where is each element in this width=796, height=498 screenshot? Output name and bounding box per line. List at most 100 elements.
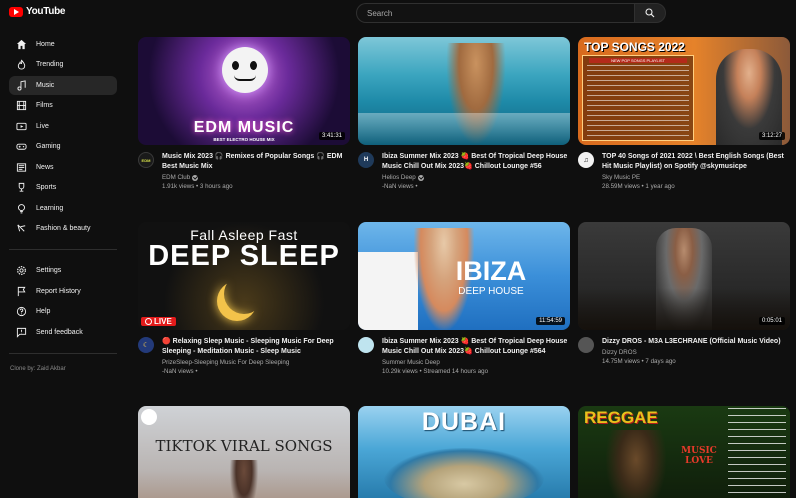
channel-name[interactable]: Sky Music PE (602, 174, 640, 181)
channel-name[interactable]: PrizeSleep-Sleeping Music For Deep Sleep… (162, 359, 289, 366)
channel-avatar[interactable]: H (358, 152, 374, 168)
channel-name-row: Sky Music PE (602, 174, 790, 181)
video-title[interactable]: 🔴 Relaxing Sleep Music - Sleeping Music … (162, 337, 350, 357)
video-thumbnail[interactable]: IBIZA DEEP HOUSE 11:54:59 (358, 222, 570, 330)
help-icon (15, 306, 27, 318)
video-card[interactable]: H Ibiza Summer Mix 2023 🍓 Best Of Tropic… (358, 37, 570, 190)
video-card[interactable]: TOP SONGS 2022 NEW POP SONGS PLAYLIST 3:… (578, 37, 790, 190)
channel-name[interactable]: Summer Music Deep (382, 359, 440, 366)
sidebar-item-music[interactable]: Music (9, 76, 117, 95)
tracklist-image (728, 408, 786, 498)
youtube-logo[interactable]: YouTube (9, 6, 66, 17)
video-card[interactable]: REGGAE MUSIC LOVE (578, 406, 790, 498)
building-image (358, 252, 418, 330)
sidebar-item-label: Music (36, 82, 55, 89)
film-icon (15, 100, 27, 112)
channel-logo-image (141, 409, 157, 425)
singer-silhouette-image (230, 460, 258, 498)
gamepad-icon (15, 141, 27, 153)
channel-name[interactable]: EDM Club (162, 174, 190, 181)
thumbnail-subtitle: MUSIC LOVE (681, 446, 717, 466)
search-bar (356, 3, 666, 23)
video-title[interactable]: Ibiza Summer Mix 2023 🍓 Best Of Tropical… (382, 152, 570, 172)
video-title[interactable]: TOP 40 Songs of 2021 2022 \ Best English… (602, 152, 790, 172)
video-title[interactable]: Music Mix 2023 🎧 Remixes of Popular Song… (162, 152, 350, 172)
thumbnail-title: DUBAI (421, 408, 507, 436)
sidebar-item-live[interactable]: Live (9, 117, 117, 136)
video-thumbnail[interactable] (358, 37, 570, 145)
channel-name[interactable]: Dizzy DROS (602, 349, 637, 356)
sidebar-item-label: Fashion & beauty (36, 225, 91, 232)
video-title[interactable]: Dizzy DROS - M3A L3ECHRANE (Official Mus… (602, 337, 790, 347)
sidebar-item-sports[interactable]: Sports (9, 178, 117, 197)
sidebar-item-gaming[interactable]: Gaming (9, 137, 117, 156)
flag-icon (15, 286, 27, 298)
thumbnail-title: TIKTOK VIRAL SONGS (155, 437, 333, 455)
sidebar-item-label: News (36, 164, 54, 171)
video-card[interactable]: 0:05:01 Dizzy DROS - M3A L3ECHRANE (Offi… (578, 222, 790, 365)
gear-icon (15, 265, 27, 277)
video-thumbnail[interactable]: 0:05:01 (578, 222, 790, 330)
video-meta: ♫ TOP 40 Songs of 2021 2022 \ Best Engli… (578, 152, 790, 190)
sidebar-item-label: Live (36, 123, 49, 130)
video-card[interactable]: DUBAI (358, 406, 570, 498)
channel-avatar[interactable] (358, 337, 374, 353)
video-meta: EDM Music Mix 2023 🎧 Remixes of Popular … (138, 152, 350, 190)
sidebar-item-label: Settings (36, 267, 62, 274)
video-duration: 3:12:27 (758, 132, 785, 140)
sidebar-item-report-history[interactable]: Report History (9, 282, 117, 301)
sidebar-item-trending[interactable]: Trending (9, 55, 117, 74)
clone-credit: Clone by: Zaid Akbar (10, 366, 66, 372)
sidebar-item-films[interactable]: Films (9, 96, 117, 115)
channel-name-row: Dizzy DROS (602, 349, 790, 356)
channel-avatar[interactable]: EDM (138, 152, 154, 168)
video-thumbnail[interactable]: TOP SONGS 2022 NEW POP SONGS PLAYLIST 3:… (578, 37, 790, 145)
channel-name[interactable]: Helios Deep (382, 174, 416, 181)
verified-icon (192, 174, 199, 181)
music-note-icon (15, 80, 27, 92)
video-thumbnail[interactable]: Fall Asleep Fast DEEP SLEEP LIVE (138, 222, 350, 330)
wave-image (358, 113, 570, 145)
search-input[interactable] (356, 3, 634, 23)
video-card[interactable]: TIKTOK VIRAL SONGS (138, 406, 350, 498)
sidebar-item-label: Sports (36, 184, 57, 191)
video-thumbnail[interactable]: TIKTOK VIRAL SONGS (138, 406, 350, 498)
channel-name-row: PrizeSleep-Sleeping Music For Deep Sleep… (162, 359, 350, 366)
sidebar-item-label: Help (36, 308, 51, 315)
channel-name-row: Summer Music Deep (382, 359, 570, 366)
home-icon (15, 39, 27, 51)
sidebar-item-learning[interactable]: Learning (9, 199, 117, 218)
sidebar-item-news[interactable]: News (9, 158, 117, 177)
channel-avatar[interactable] (578, 337, 594, 353)
video-card[interactable]: Fall Asleep Fast DEEP SLEEP LIVE ☾ 🔴 Rel… (138, 222, 350, 375)
video-stats: 14.75M views • 7 days ago (602, 358, 676, 365)
video-thumbnail[interactable]: EDM MUSIC BEST ELECTRO HOUSE MIX 3:41:31 (138, 37, 350, 145)
sidebar-item-label: Send feedback (36, 329, 83, 336)
sidebar-item-fashion[interactable]: Fashion & beauty (9, 219, 117, 238)
channel-avatar[interactable]: ♫ (578, 152, 594, 168)
thumbnail-subtitle: DEEP HOUSE (458, 286, 524, 297)
logo-text: YouTube (26, 6, 66, 17)
feedback-icon (15, 327, 27, 339)
search-button[interactable] (634, 3, 666, 23)
thumbnail-title: REGGAE (584, 408, 658, 427)
sidebar-item-help[interactable]: Help (9, 302, 117, 321)
video-thumbnail[interactable]: REGGAE MUSIC LOVE (578, 406, 790, 498)
video-meta: H Ibiza Summer Mix 2023 🍓 Best Of Tropic… (358, 152, 570, 190)
youtube-play-icon (9, 6, 23, 17)
channel-avatar[interactable]: ☾ (138, 337, 154, 353)
video-stats: -NaN views • (162, 368, 198, 375)
sidebar-item-home[interactable]: Home (9, 35, 117, 54)
video-thumbnail[interactable]: DUBAI (358, 406, 570, 498)
video-card[interactable]: IBIZA DEEP HOUSE 11:54:59 Ibiza Summer M… (358, 222, 570, 375)
live-icon (15, 121, 27, 133)
video-title[interactable]: Ibiza Summer Mix 2023 🍓 Best Of Tropical… (382, 337, 570, 357)
video-card[interactable]: EDM MUSIC BEST ELECTRO HOUSE MIX 3:41:31… (138, 37, 350, 190)
sidebar-item-send-feedback[interactable]: Send feedback (9, 323, 117, 342)
sidebar-item-settings[interactable]: Settings (9, 261, 117, 280)
video-stats: 10.29k views • Streamed 14 hours ago (382, 368, 489, 375)
video-meta: Ibiza Summer Mix 2023 🍓 Best Of Tropical… (358, 337, 570, 375)
thumbnail-title: IBIZA (455, 256, 527, 286)
sidebar-item-label: Report History (36, 288, 81, 295)
palm-island-image (384, 448, 544, 498)
